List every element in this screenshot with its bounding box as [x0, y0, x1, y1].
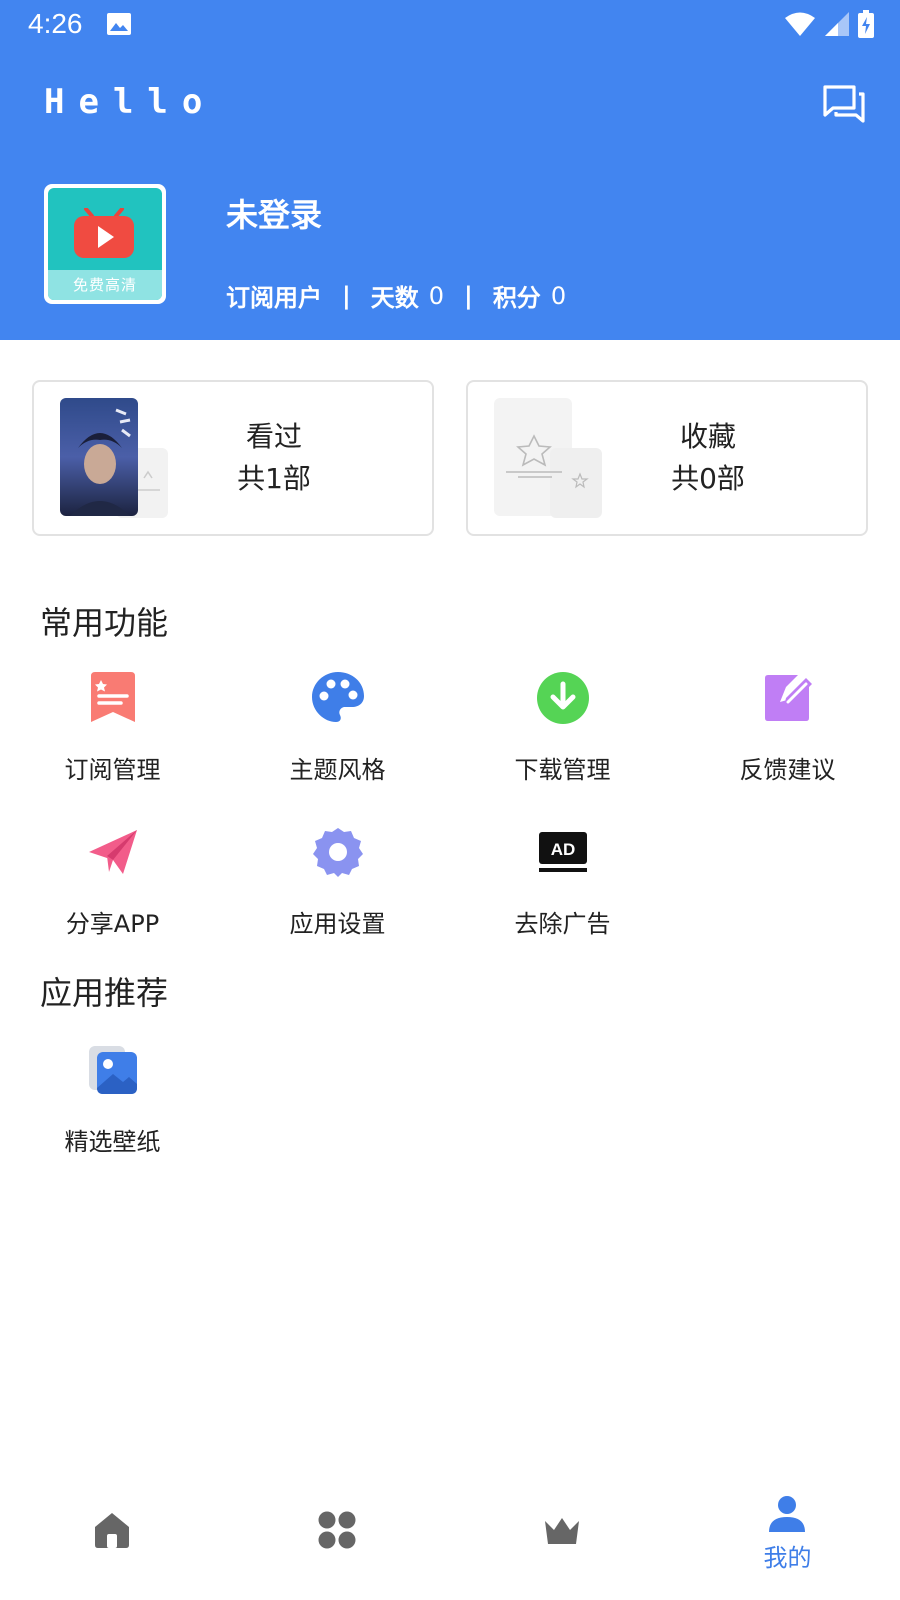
feedback-edit-icon	[765, 675, 812, 721]
download-manage-button[interactable]: 下载管理	[450, 672, 675, 802]
subscription-manage-label: 订阅管理	[64, 756, 161, 784]
favorites-count: 共0部	[671, 462, 745, 495]
nav-mine-label: 我的	[763, 1544, 812, 1572]
status-time: 4:26	[28, 8, 83, 39]
favorites-info: 收藏 共0部	[628, 416, 788, 500]
status-icons	[784, 9, 874, 39]
divider: |	[464, 281, 473, 310]
subscription-manage-button[interactable]: 订阅管理	[0, 672, 225, 802]
days-label: 天数	[370, 284, 419, 312]
share-app-label: 分享APP	[65, 910, 160, 938]
chat-bubbles-icon[interactable]	[822, 84, 866, 124]
share-app-button[interactable]: 分享APP	[0, 826, 225, 956]
app-settings-label: 应用设置	[289, 910, 386, 938]
settings-gear-icon	[313, 828, 363, 877]
wallpaper-button[interactable]: 精选壁纸	[0, 1044, 225, 1174]
feedback-label: 反馈建议	[739, 756, 836, 784]
nav-categories[interactable]	[225, 1480, 450, 1600]
profile-header: 4:26 Hello 免费高清 未登录 订阅用户 | 天数 0 | 积分 0	[0, 0, 900, 340]
user-name[interactable]: 未登录	[226, 190, 322, 236]
divider: |	[342, 281, 351, 310]
feedback-button[interactable]: 反馈建议	[675, 672, 900, 802]
signal-icon	[825, 12, 849, 36]
user-stats: 订阅用户 | 天数 0 | 积分 0	[226, 278, 566, 313]
subscription-icon	[91, 672, 135, 722]
nav-vip[interactable]	[450, 1480, 675, 1600]
status-bar: 4:26	[0, 0, 900, 50]
svg-text:AD: AD	[551, 840, 576, 859]
tv-play-icon	[74, 208, 134, 258]
remove-ads-label: 去除广告	[514, 910, 611, 938]
watched-count: 共1部	[237, 462, 311, 495]
battery-charging-icon	[858, 10, 874, 38]
bottom-nav: 我的	[0, 1480, 900, 1600]
remove-ads-button[interactable]: AD 去除广告	[450, 826, 675, 956]
days-value: 0	[428, 281, 445, 310]
theme-style-label: 主题风格	[289, 756, 386, 784]
wallpaper-label: 精选壁纸	[64, 1128, 161, 1156]
points-value: 0	[550, 281, 567, 310]
app-title: Hello	[44, 82, 217, 122]
crown-icon	[545, 1518, 579, 1544]
favorites-title: 收藏	[679, 420, 736, 453]
watched-card[interactable]: 看过 共1部	[32, 380, 434, 536]
download-icon	[537, 672, 589, 724]
app-logo: 免费高清	[48, 188, 162, 300]
subscribe-label: 订阅用户	[226, 284, 322, 312]
nav-home[interactable]	[0, 1480, 225, 1600]
points-label: 积分	[492, 284, 541, 312]
home-icon	[95, 1513, 129, 1548]
watched-info: 看过 共1部	[194, 416, 354, 500]
recommended-title: 应用推荐	[40, 974, 169, 1012]
app-settings-button[interactable]: 应用设置	[225, 826, 450, 956]
theme-style-button[interactable]: 主题风格	[225, 672, 450, 802]
person-icon	[769, 1496, 805, 1532]
wifi-icon	[785, 12, 815, 36]
empty-favorites-illustration	[494, 398, 602, 518]
image-icon	[107, 13, 131, 35]
apps-grid-icon	[318, 1511, 356, 1549]
favorites-card[interactable]: 收藏 共0部	[466, 380, 868, 536]
nav-mine[interactable]: 我的	[675, 1480, 900, 1600]
palette-icon	[312, 672, 364, 722]
avatar-caption: 免费高清	[48, 270, 162, 300]
watched-poster-thumbnail	[60, 398, 168, 518]
download-manage-label: 下载管理	[514, 756, 611, 784]
avatar[interactable]: 免费高清	[44, 184, 166, 304]
ad-icon: AD	[539, 832, 587, 872]
wallpaper-icon	[89, 1046, 137, 1094]
paper-plane-icon	[89, 830, 137, 874]
common-functions-title: 常用功能	[40, 604, 169, 642]
watched-title: 看过	[245, 420, 302, 453]
